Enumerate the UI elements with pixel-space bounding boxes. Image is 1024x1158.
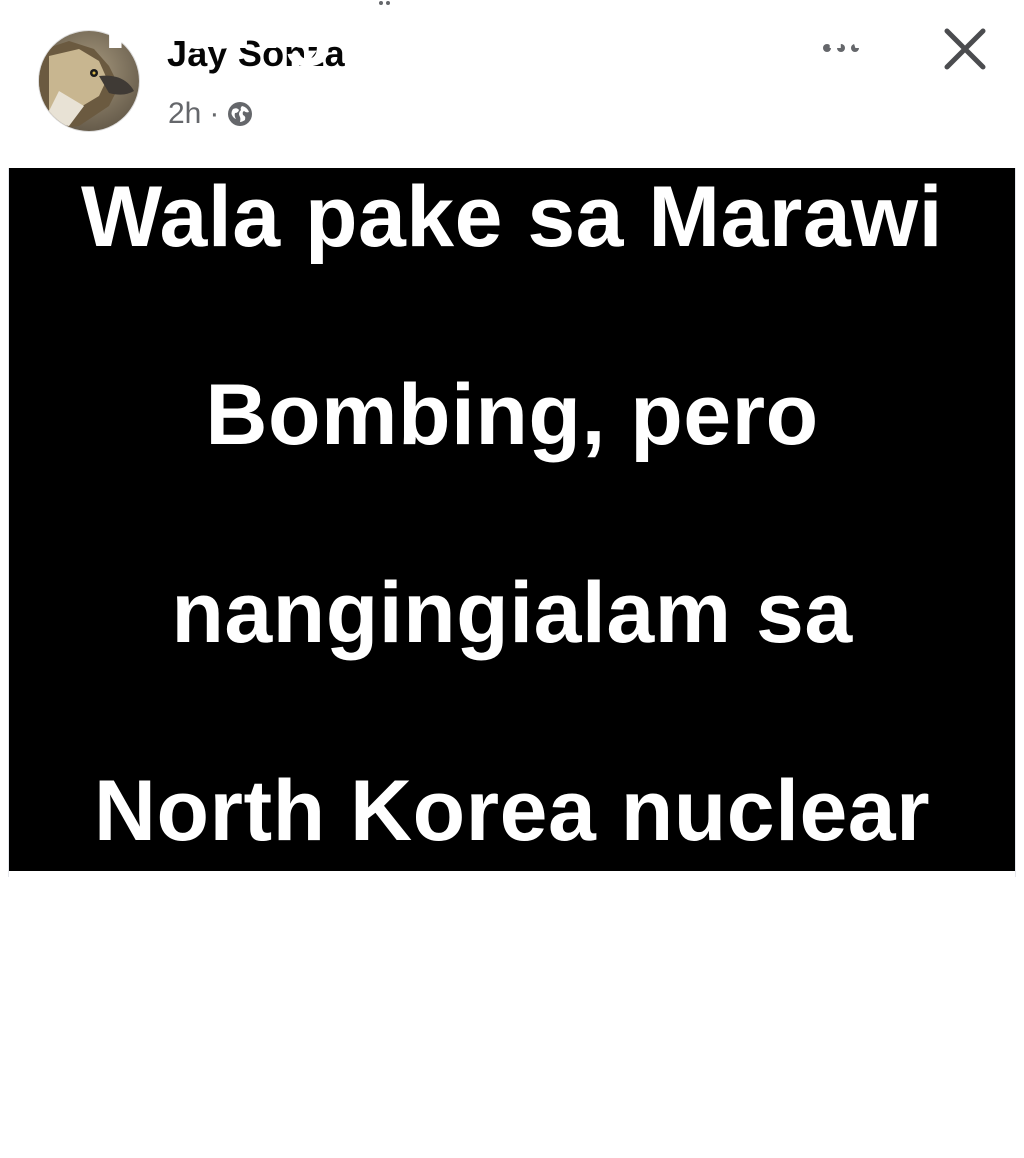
post-text-line: Bombing, pero [205,367,819,463]
close-button[interactable] [940,24,990,74]
post-text-line: nangingialam sa [171,565,853,661]
post-text-line: bomb testing. [226,961,798,1057]
post-text-line: Wala pake sa Marawi [81,169,943,265]
post-text-line: North Korea nuclear [93,763,931,859]
post-image[interactable]: Ibang klase si BBM. Wala pake sa Marawi … [9,0,1015,1057]
post-border-right [1015,168,1016,877]
close-icon [944,28,986,70]
post-image-text: Ibang klase si BBM. Wala pake sa Marawi … [81,0,943,1158]
post-text-line: Ibang klase si BBM. [103,0,921,67]
